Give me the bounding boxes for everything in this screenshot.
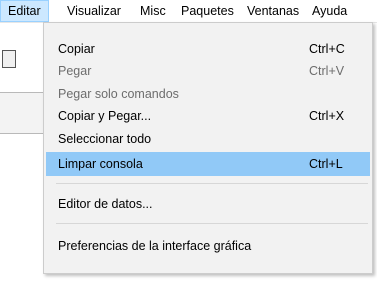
menu-item-shortcut: Ctrl+X	[309, 109, 345, 123]
menu-item-label: Pegar	[58, 64, 92, 78]
menu-item-copiar[interactable]: Copiar Ctrl+C	[46, 37, 370, 61]
menu-item-shortcut: Ctrl+V	[309, 64, 345, 78]
background-window	[0, 22, 44, 284]
menu-item-label: Pegar solo comandos	[58, 87, 179, 101]
menu-item-copiar-y-pegar[interactable]: Copiar y Pegar... Ctrl+X	[46, 104, 370, 128]
menu-item-label: Preferencias de la interface gráfica	[58, 239, 252, 253]
menu-misc[interactable]: Misc	[133, 0, 173, 22]
menu-paquetes[interactable]: Paquetes	[174, 0, 241, 22]
background-toolbar-button	[2, 50, 16, 68]
menu-ayuda[interactable]: Ayuda	[305, 0, 354, 22]
editar-dropdown-menu: Copiar Ctrl+C Pegar Ctrl+V Pegar solo co…	[43, 22, 373, 274]
menu-item-seleccionar-todo[interactable]: Seleccionar todo	[46, 127, 370, 151]
menu-item-label: Editor de datos...	[58, 197, 153, 211]
menu-item-preferencias[interactable]: Preferencias de la interface gráfica	[46, 234, 370, 258]
menu-item-label: Seleccionar todo	[58, 132, 152, 146]
menu-item-label: Limpar consola	[58, 157, 143, 171]
menu-ventanas[interactable]: Ventanas	[240, 0, 306, 22]
menu-item-label: Copiar y Pegar...	[58, 109, 152, 123]
menu-item-shortcut: Ctrl+C	[309, 42, 345, 56]
menu-bar: Editar Visualizar Misc Paquetes Ventanas…	[0, 0, 377, 23]
background-toolbar-strip	[0, 92, 44, 134]
menu-editar[interactable]: Editar	[0, 0, 49, 22]
menu-item-shortcut: Ctrl+L	[309, 157, 343, 171]
menu-item-editor-de-datos[interactable]: Editor de datos...	[46, 192, 370, 216]
menu-item-pegar[interactable]: Pegar Ctrl+V	[46, 59, 370, 83]
menu-separator	[56, 223, 368, 224]
menu-item-pegar-solo-comandos[interactable]: Pegar solo comandos	[46, 82, 370, 106]
menu-separator	[56, 183, 368, 184]
menu-item-limpar-consola[interactable]: Limpar consola Ctrl+L	[46, 152, 370, 176]
menu-visualizar[interactable]: Visualizar	[60, 0, 128, 22]
menu-item-label: Copiar	[58, 42, 95, 56]
